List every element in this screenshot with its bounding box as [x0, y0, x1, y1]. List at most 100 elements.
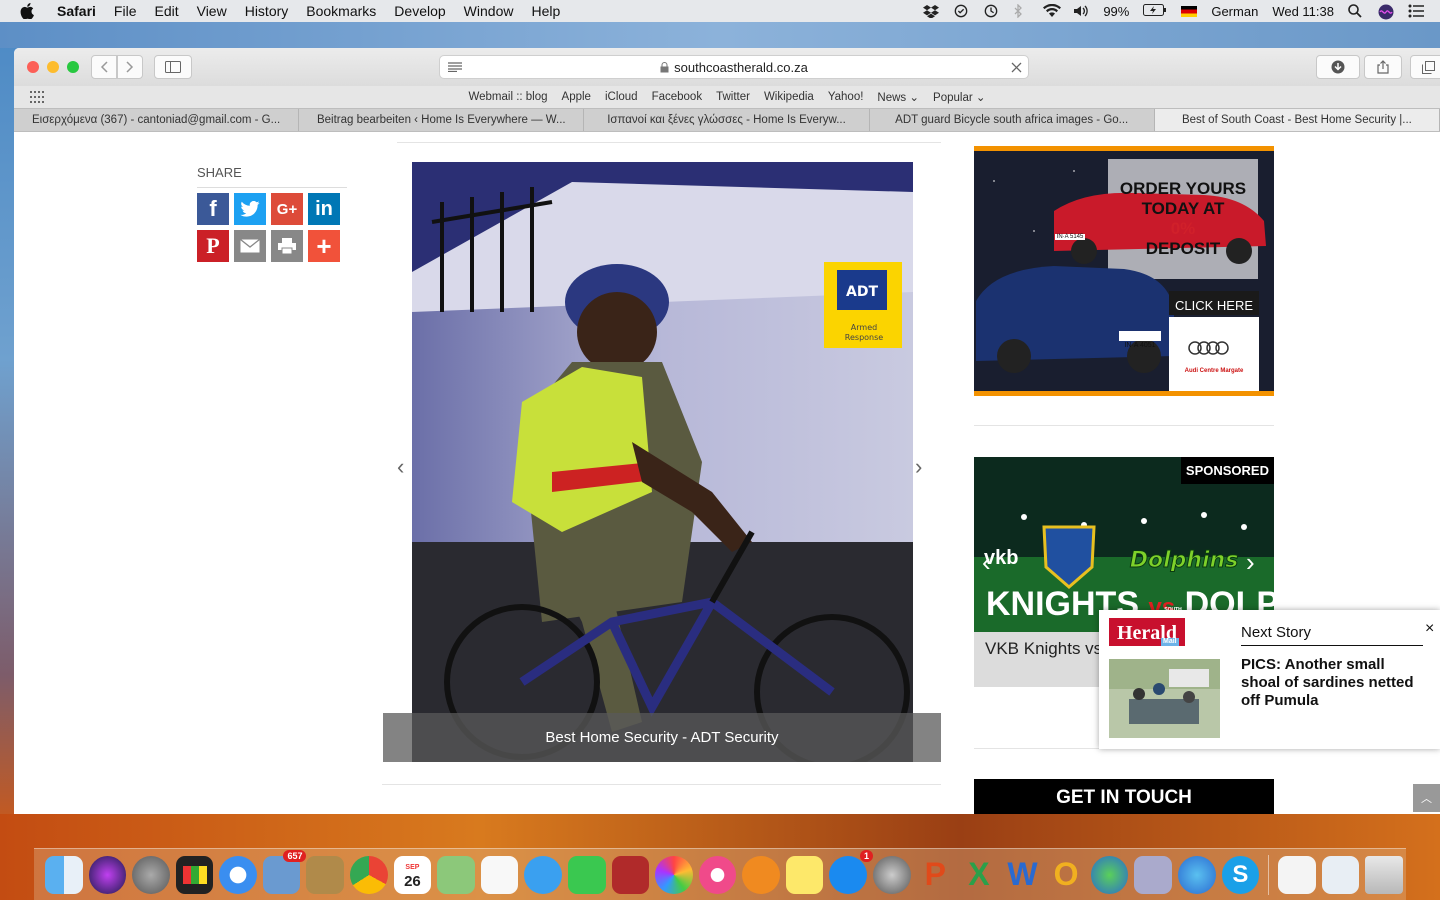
fav-twitter[interactable]: Twitter: [709, 91, 757, 103]
itunes-icon[interactable]: [698, 855, 737, 894]
sidebar-button[interactable]: [154, 55, 192, 79]
facetime-icon[interactable]: [567, 855, 606, 894]
photo-booth-icon[interactable]: [611, 855, 650, 894]
reader-icon[interactable]: [448, 62, 462, 72]
back-button[interactable]: [91, 55, 117, 79]
battery-charging-icon[interactable]: [1143, 4, 1167, 18]
print-button[interactable]: [271, 230, 303, 262]
next-story-title[interactable]: PICS: Another small shoal of sardines ne…: [1241, 656, 1421, 710]
calendar-icon[interactable]: SEP 26: [393, 855, 432, 894]
siri-icon[interactable]: [1378, 4, 1394, 20]
fav-wikipedia[interactable]: Wikipedia: [757, 91, 821, 103]
input-source[interactable]: German: [1211, 4, 1258, 19]
bluetooth-icon[interactable]: [1013, 3, 1029, 19]
carousel-next-icon[interactable]: ›: [1246, 547, 1255, 578]
fav-webmail[interactable]: Webmail :: blog: [461, 91, 554, 103]
launchpad-icon[interactable]: [132, 855, 170, 894]
tab-south-coast[interactable]: Best of South Coast - Best Home Security…: [1154, 109, 1440, 131]
network-icon[interactable]: [1134, 855, 1173, 894]
ad-click-here[interactable]: CLICK HERE: [1169, 298, 1259, 313]
facebook-share-button[interactable]: f: [197, 193, 229, 225]
audi-ad-banner[interactable]: ORDER YOURS TODAY AT 0% DEPOSIT CLICK HE…: [974, 146, 1274, 396]
powerpoint-icon[interactable]: P: [917, 856, 955, 894]
forward-button[interactable]: [117, 55, 143, 79]
tab-gmail[interactable]: Εισερχόμενα (367) - cantoniad@gmail.com …: [14, 109, 300, 131]
carousel-prev-icon[interactable]: ‹: [982, 547, 991, 578]
apple-icon[interactable]: [18, 2, 36, 20]
messages-icon[interactable]: [524, 855, 562, 894]
sponsored-headline[interactable]: VKB Knights vs: [985, 639, 1102, 659]
address-bar[interactable]: southcoastherald.co.za: [439, 55, 1029, 79]
fav-apple[interactable]: Apple: [555, 91, 598, 103]
slideshow-image[interactable]: ADT Armed Response: [412, 162, 913, 762]
system-preferences-icon[interactable]: [872, 855, 911, 894]
chrome-icon[interactable]: [350, 855, 388, 894]
email-share-button[interactable]: [234, 230, 266, 262]
scroll-to-top-button[interactable]: ︿: [1413, 784, 1440, 812]
clock[interactable]: Wed 11:38: [1272, 4, 1334, 19]
fav-news[interactable]: News ⌄: [870, 90, 926, 104]
trash-icon[interactable]: [1365, 855, 1403, 894]
reminders-icon[interactable]: [480, 855, 519, 894]
app-store-icon[interactable]: 1: [829, 849, 873, 894]
linkedin-share-button[interactable]: in: [308, 193, 340, 225]
pinterest-share-button[interactable]: P: [197, 230, 229, 262]
ibooks-icon[interactable]: [742, 855, 780, 894]
next-story-thumbnail[interactable]: [1109, 659, 1220, 738]
menu-develop[interactable]: Develop: [385, 3, 454, 19]
outlook-icon[interactable]: O: [1047, 856, 1085, 894]
skype-icon[interactable]: S: [1221, 855, 1260, 894]
menu-window[interactable]: Window: [455, 3, 523, 19]
more-share-button[interactable]: +: [308, 230, 340, 262]
menu-history[interactable]: History: [236, 3, 298, 19]
document-stack-icon[interactable]: [1278, 855, 1316, 894]
notes-icon[interactable]: [785, 855, 824, 894]
dropbox-icon[interactable]: [923, 4, 940, 19]
close-icon[interactable]: ×: [1425, 620, 1434, 638]
contacts-icon[interactable]: [306, 855, 345, 894]
spotlight-icon[interactable]: [1348, 4, 1364, 18]
menu-view[interactable]: View: [188, 3, 236, 19]
volume-icon[interactable]: [1073, 4, 1089, 18]
notification-center-icon[interactable]: [1408, 4, 1424, 18]
tab-edit-post[interactable]: Beitrag bearbeiten ‹ Home Is Everywhere …: [299, 109, 585, 131]
next-slide-button[interactable]: ›: [915, 454, 922, 480]
siri-dock-icon[interactable]: [88, 855, 127, 894]
tabs-overview-button[interactable]: [1410, 55, 1440, 79]
checkmark-clock-icon[interactable]: [953, 4, 969, 18]
google-plus-share-button[interactable]: G+: [271, 193, 303, 225]
fav-yahoo[interactable]: Yahoo!: [821, 91, 871, 103]
globe-icon[interactable]: [1090, 855, 1129, 894]
tab-greek-post[interactable]: Ισπανοί και ξένες γλώσσες - Home Is Ever…: [584, 109, 870, 131]
photos-icon[interactable]: [655, 855, 693, 894]
mail-icon[interactable]: 657: [262, 849, 307, 894]
finder-icon[interactable]: [45, 855, 83, 894]
fav-facebook[interactable]: Facebook: [645, 91, 710, 103]
minimize-window-button[interactable]: [47, 61, 59, 73]
menu-file[interactable]: File: [105, 3, 146, 19]
time-machine-icon[interactable]: [983, 4, 999, 18]
fav-icloud[interactable]: iCloud: [598, 91, 645, 103]
stop-loading-icon[interactable]: [1011, 62, 1022, 73]
menu-bookmarks[interactable]: Bookmarks: [297, 3, 385, 19]
word-icon[interactable]: W: [1004, 856, 1042, 894]
battery-percent[interactable]: 99%: [1103, 4, 1129, 19]
close-window-button[interactable]: [27, 61, 39, 73]
safari-dock-icon[interactable]: [219, 855, 257, 894]
share-button[interactable]: [1364, 55, 1402, 79]
people-icon[interactable]: [1178, 855, 1216, 894]
zoom-window-button[interactable]: [67, 61, 79, 73]
prev-slide-button[interactable]: ‹: [397, 454, 404, 480]
maps-icon[interactable]: [437, 855, 475, 894]
excel-icon[interactable]: X: [960, 856, 998, 894]
menu-help[interactable]: Help: [522, 3, 569, 19]
grid-icon[interactable]: [30, 91, 44, 103]
next-story-popup[interactable]: Herald SOUTH COAST Mail Next Story × PIC…: [1099, 607, 1440, 749]
downloads-stack-icon[interactable]: [1321, 855, 1360, 894]
downloads-button[interactable]: [1316, 55, 1360, 79]
wifi-icon[interactable]: [1043, 3, 1062, 18]
menu-edit[interactable]: Edit: [145, 3, 187, 19]
tab-google-images[interactable]: ADT guard Bicycle south africa images - …: [870, 109, 1155, 131]
menu-app-name[interactable]: Safari: [48, 3, 105, 19]
mission-control-icon[interactable]: [175, 855, 214, 894]
